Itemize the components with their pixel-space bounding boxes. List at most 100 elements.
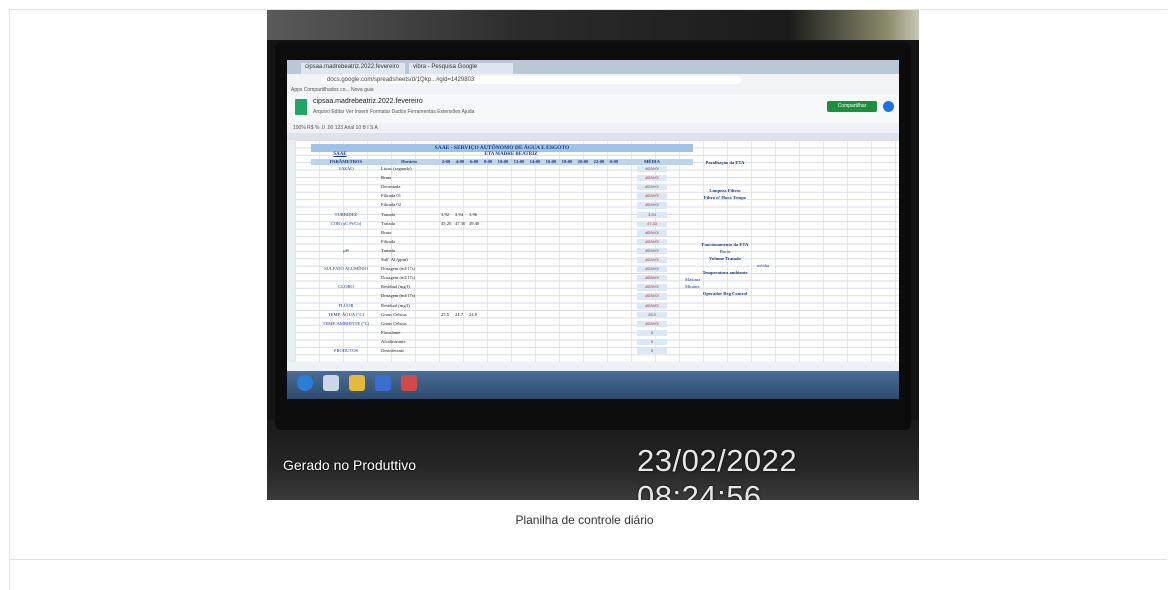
table-row: FLÚOR Residual (mg/l) #DIV/0! [311, 302, 693, 309]
row-subparameter: Tratada [381, 211, 395, 217]
column-header: 18:00 [561, 159, 573, 164]
spreadsheet-table: SAAE - SERVIÇO AUTÔNOMO DE ÁGUA E ESGOTO… [311, 144, 693, 359]
row-parameter: CLORO [338, 284, 354, 290]
row-subparameter: Residual (mg/l) [381, 284, 410, 290]
table-cell: 24.8 [469, 311, 478, 317]
table-row: CLORO Residual (mg/l) #DIV/0! [311, 284, 693, 291]
row-media: 3.94 [637, 211, 667, 218]
row-media: #DIV/0! [637, 293, 667, 300]
column-header: 6:00 [469, 159, 479, 164]
sheet-header-row: PARÂMETROS Horário 2:00 4:00 6:00 8:00 10:00 12… [311, 159, 693, 165]
row-subparameter: Bruta [381, 229, 392, 235]
row-parameter: COR (uC Pt/Co) [330, 220, 362, 226]
row-parameter: SULFATO ALUMÍNIO [324, 266, 368, 272]
table-row: Filtrada 02 #DIV/0! [311, 202, 693, 209]
row-media: 0 [637, 348, 667, 355]
column-header: PARÂMETROS [329, 159, 363, 164]
row-subparameter: Dosagem (ml/17s) [381, 293, 416, 299]
row-subparameter: Sulf. Al (ppm) [381, 257, 408, 262]
chrome-icon [349, 375, 365, 391]
row-subparameter: Floculante [381, 329, 401, 335]
row-media: #DIV/0! [637, 166, 667, 173]
table-cell: 3.96 [469, 211, 478, 217]
table-row: VAZÃO Litros (segundo) #DIV/0! [311, 166, 693, 173]
row-subparameter: Bruta [381, 175, 392, 181]
side-volume: Volume Tratado [709, 256, 741, 261]
row-subparameter: Tratada [381, 247, 395, 253]
row-subparameter: Desinfetante [381, 348, 405, 353]
windows-taskbar [287, 371, 899, 399]
column-header: 12:00 [513, 159, 525, 164]
row-media: 0 [637, 338, 667, 346]
app-icon-2 [401, 375, 417, 391]
row-media: 0 [637, 329, 667, 337]
row-subparameter: Filtrada 02 [381, 202, 402, 208]
column-header: 4:00 [455, 159, 465, 164]
table-row: COR (uC Pt/Co) Tratada 45.20 47.30 49.40 47.3… [311, 220, 693, 227]
side-funcionamento: Funcionamento da ETA [701, 242, 749, 247]
row-subparameter: Residual (mg/l) [381, 302, 410, 308]
url-field: docs.google.com/spreadsheets/d/1Qkp...#g… [321, 76, 741, 84]
side-paralisacao: Paralisação da ETA [705, 160, 745, 165]
sheet-saae: SAAE [333, 152, 347, 157]
side-limpeza: Limpeza Filtros [709, 188, 741, 193]
row-parameter: TEMP. ÁGUA (°C) [327, 311, 365, 317]
sheet-tabs-bar [287, 362, 899, 371]
monitor-screen: cipsaa.madrebeatriz.2022.fevereiro vibra… [287, 60, 899, 426]
doc-title: cipsaa.madrebeatriz.2022.fevereiro [313, 98, 423, 105]
image-caption: Planilha de controle diário [515, 513, 654, 527]
row-subparameter: Filtrada 01 [381, 193, 402, 199]
row-media: #DIV/0! [637, 284, 667, 291]
side-horas: Horas [719, 249, 731, 254]
row-media: 47.33 [637, 220, 667, 227]
table-row: Floculante 0 [311, 329, 693, 337]
row-media: #DIV/0! [637, 320, 667, 327]
row-parameter: PRODUTOS [333, 348, 359, 353]
table-row: Bruta #DIV/0! [311, 229, 693, 236]
watermark-text: Gerado no Produttivo [283, 457, 417, 473]
row-subparameter: Decantada [381, 184, 401, 190]
row-subparameter: Graus Celsius [381, 320, 407, 326]
row-parameter: FLÚOR [338, 302, 354, 308]
row-media: #DIV/0! [637, 175, 667, 182]
table-cell: 3.94 [455, 211, 464, 217]
attached-photo[interactable]: cipsaa.madrebeatriz.2022.fevereiro vibra… [267, 10, 919, 500]
row-parameter: pH [343, 247, 349, 253]
browser-tab-search: vibra - Pesquisa Google [409, 63, 513, 74]
column-header: 16:00 [545, 159, 557, 164]
table-cell: 47.30 [455, 220, 466, 226]
row-subparameter: Dosagem (ml/17s) [381, 266, 416, 272]
row-media: #DIV/0! [637, 247, 667, 255]
row-subparameter: Filtrada [381, 238, 396, 244]
table-cell: 25.5 [441, 311, 450, 317]
side-volume-unit: m³/dia [757, 263, 769, 268]
side-maxima: Máxima [685, 277, 701, 282]
table-row: Filtrada 01 #DIV/0! [311, 193, 693, 200]
table-cell: 49.40 [469, 220, 480, 226]
timestamp-text: 23/02/2022 08:24:56 [637, 443, 798, 500]
row-subparameter: Litros (segundo) [381, 166, 412, 171]
table-row: TEMP. ÁGUA (°C) Graus Celsius 25.5 24.7 24.8… [311, 311, 693, 318]
doc-menu: Arquivo Editar Ver Inserir Formatar Dado… [313, 109, 475, 115]
sheets-toolbar: 100% R$ % .0 .00 123 Arial 10 B I S A [287, 123, 899, 133]
table-cell: 3.92 [441, 211, 450, 217]
share-button: Compartilhar [827, 101, 877, 112]
table-row: pH Tratada #DIV/0! [311, 247, 693, 255]
sheet-title: SAAE - SERVIÇO AUTÔNOMO DE ÁGUA E ESGOTO [311, 144, 693, 152]
row-subparameter: Dosagem (ml/17s) [381, 275, 416, 281]
row-media: #DIV/0! [637, 275, 667, 282]
row-parameter: TURBIDEZ [334, 211, 358, 217]
row-subparameter: Tratada [381, 220, 395, 226]
row-media: #DIV/0! [637, 184, 667, 191]
row-media: #DIV/0! [637, 238, 667, 246]
row-media: #DIV/0! [637, 202, 667, 209]
row-media: #DIV/0! [637, 257, 667, 264]
sheets-header: cipsaa.madrebeatriz.2022.fevereiro Arqui… [287, 95, 899, 123]
column-header: Horário [401, 159, 417, 164]
column-headers [287, 133, 899, 140]
table-row: Sulf. Al (ppm) #DIV/0! [311, 257, 693, 264]
column-header: 10:00 [497, 159, 509, 164]
browser-tabbar: cipsaa.madrebeatriz.2022.fevereiro vibra… [287, 60, 899, 74]
column-header: 22:00 [593, 159, 605, 164]
table-cell: 45.20 [441, 220, 452, 226]
